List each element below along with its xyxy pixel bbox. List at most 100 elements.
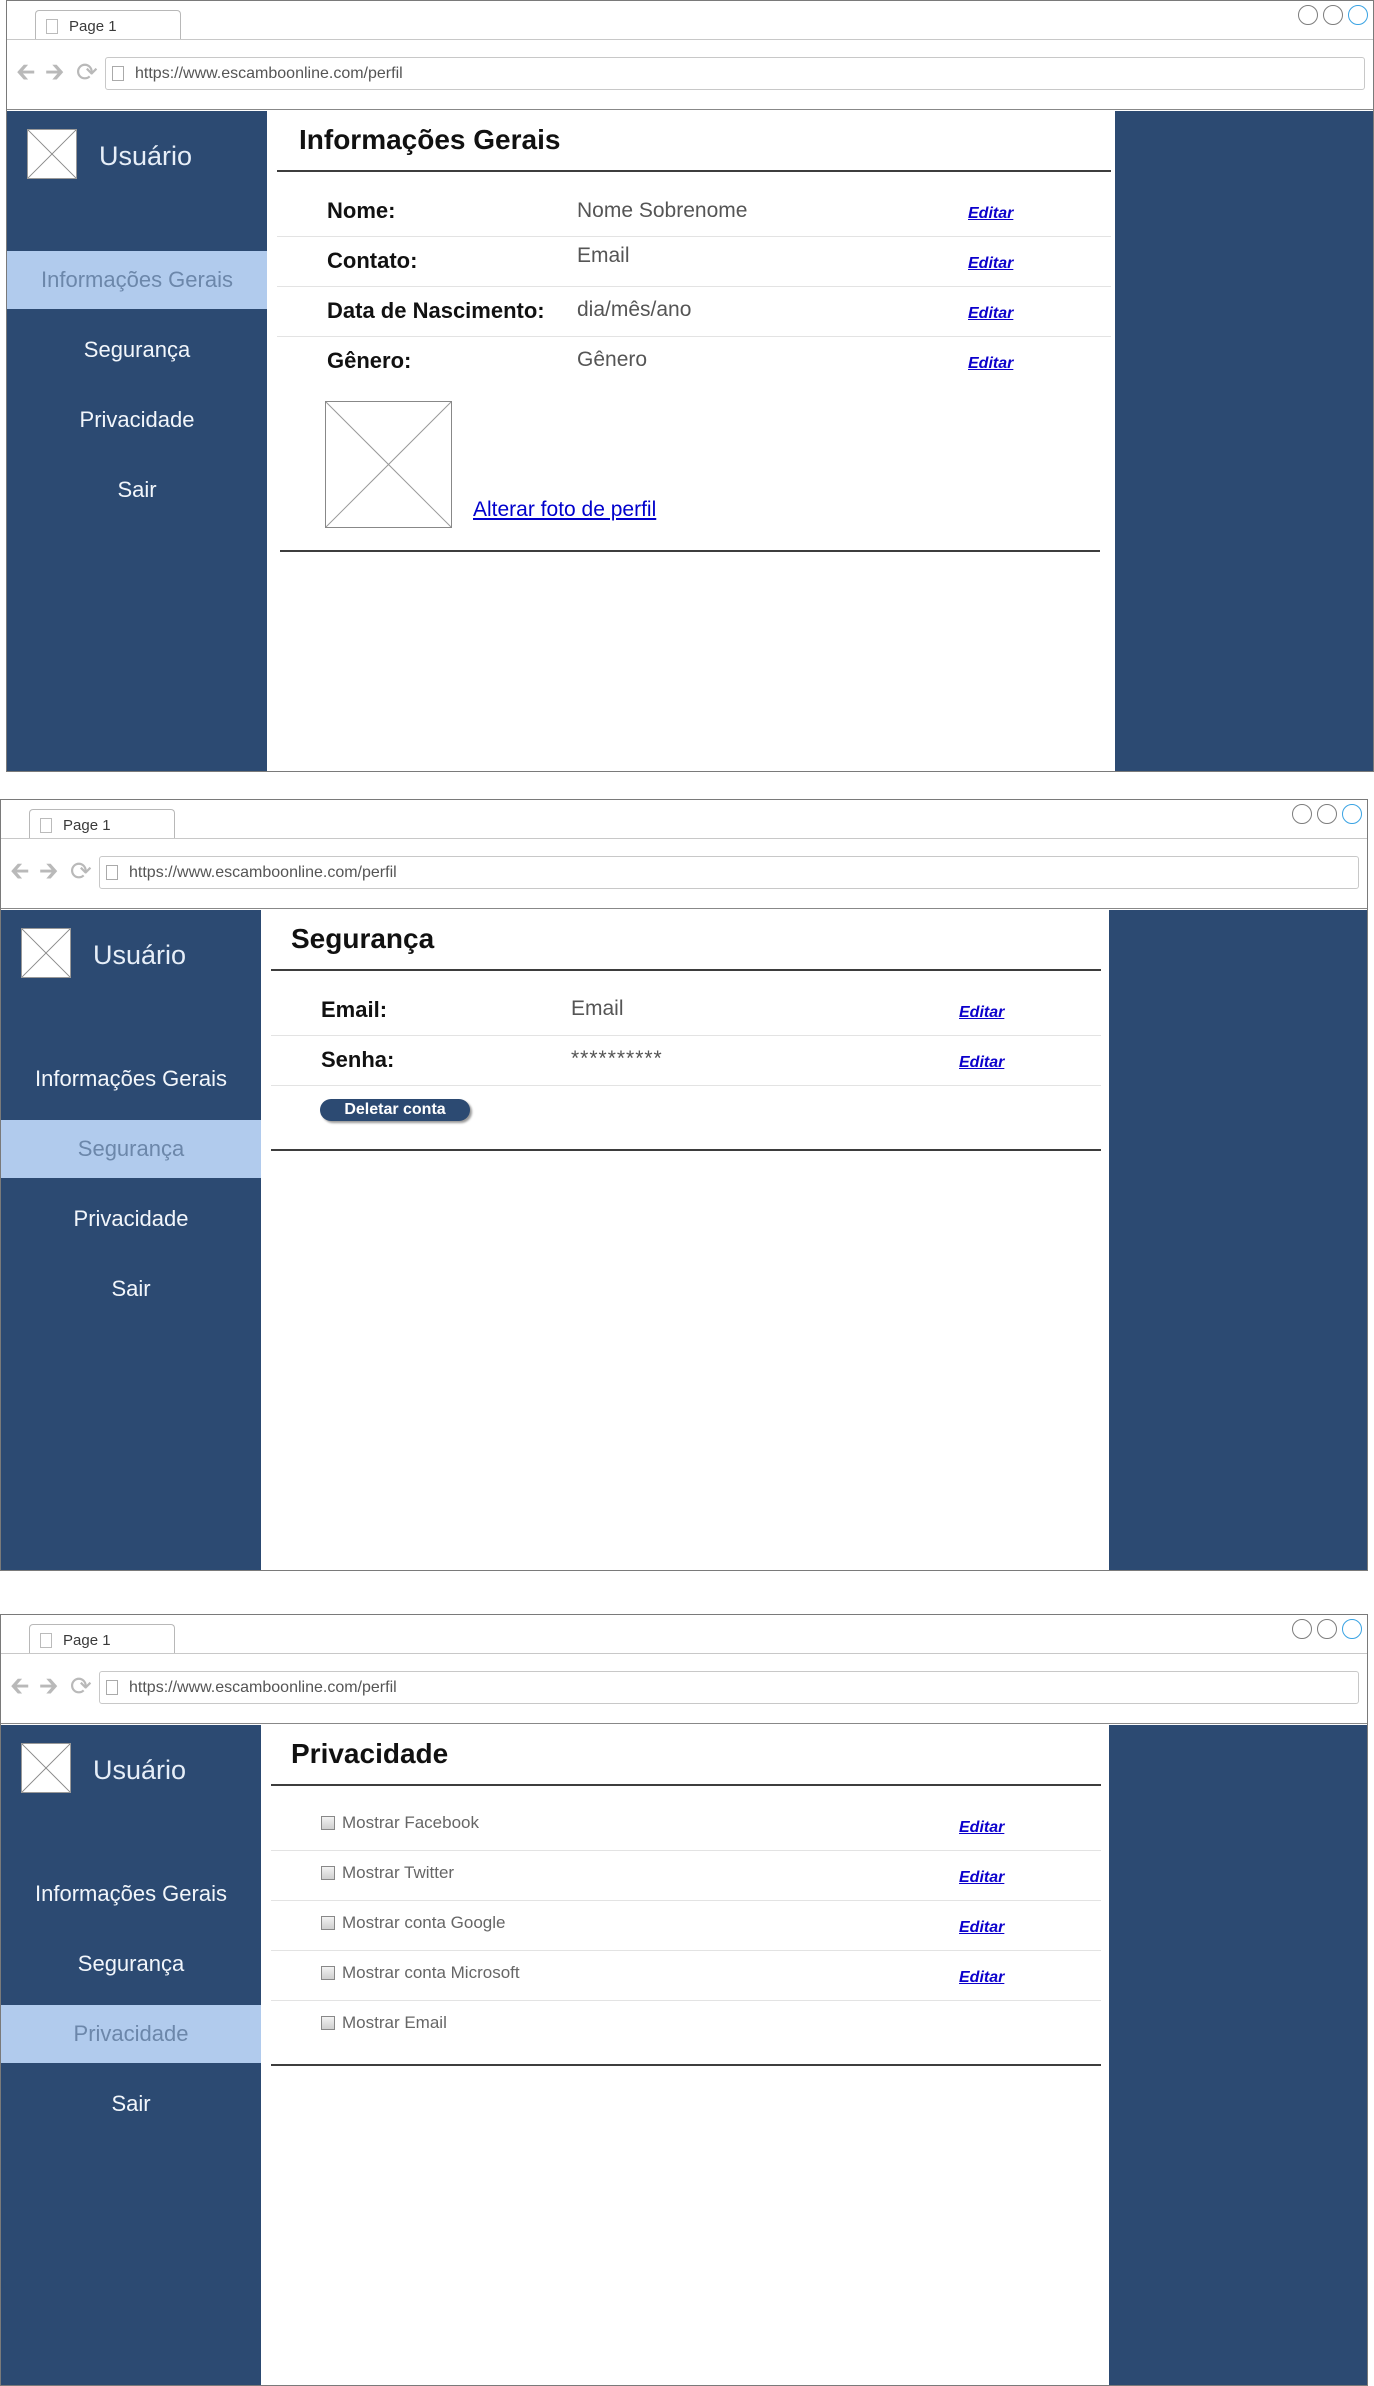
tab-strip-line (7, 39, 1373, 40)
reload-icon[interactable]: ⟳ (70, 1673, 92, 1699)
sidebar-item-seguranca[interactable]: Segurança (1, 1120, 261, 1178)
sidebar-item-privacidade[interactable]: Privacidade (7, 391, 267, 449)
option-label: Mostrar Facebook (342, 1813, 479, 1832)
reload-icon[interactable]: ⟳ (76, 59, 98, 85)
sidebar: Usuário Informações Gerais Segurança Pri… (1, 910, 261, 1570)
email-checkbox[interactable] (321, 2016, 335, 2030)
toolbar-separator (1, 908, 1367, 909)
close-icon[interactable] (1342, 804, 1362, 824)
edit-twitter-link[interactable]: Editar (959, 1869, 1004, 1887)
sidebar-item-sair[interactable]: Sair (7, 461, 267, 519)
row-divider (271, 2000, 1101, 2001)
row-divider (277, 286, 1111, 287)
browser-tab[interactable]: Page 1 (35, 10, 181, 40)
toolbar-separator (1, 1723, 1367, 1724)
edit-facebook-link[interactable]: Editar (959, 1819, 1004, 1837)
field-value-nascimento: dia/mês/ano (577, 298, 692, 321)
right-panel (1109, 1725, 1367, 2385)
edit-contato-link[interactable]: Editar (968, 255, 1013, 273)
page-title: Privacidade (291, 1738, 449, 1769)
forward-arrow-icon[interactable]: 🡲 (39, 1675, 58, 1699)
right-panel (1109, 910, 1367, 1570)
sidebar: Usuário Informações Gerais Segurança Pri… (1, 1725, 261, 2385)
address-bar[interactable]: https://www.escamboonline.com/perfil (99, 856, 1359, 889)
sidebar-item-informacoes-gerais[interactable]: Informações Gerais (1, 1865, 261, 1923)
maximize-icon[interactable] (1317, 804, 1337, 824)
row-divider (271, 1035, 1101, 1036)
twitter-checkbox[interactable] (321, 1866, 335, 1880)
page-icon (106, 865, 118, 880)
row-divider (277, 236, 1111, 237)
sidebar-item-informacoes-gerais[interactable]: Informações Gerais (7, 251, 267, 309)
sidebar-item-informacoes-gerais[interactable]: Informações Gerais (1, 1050, 261, 1108)
user-avatar (27, 129, 77, 179)
facebook-checkbox[interactable] (321, 1816, 335, 1830)
main-content: Informações Gerais Nome: Nome Sobrenome … (267, 111, 1115, 771)
field-label-genero: Gênero: (327, 348, 412, 373)
url-text: https://www.escamboonline.com/perfil (129, 1679, 397, 1696)
field-label-nascimento: Data de Nascimento: (327, 298, 545, 323)
sidebar-item-seguranca[interactable]: Segurança (1, 1935, 261, 1993)
tab-strip-line (1, 838, 1367, 839)
title-divider (277, 170, 1111, 172)
sidebar-item-sair[interactable]: Sair (1, 2075, 261, 2133)
address-bar[interactable]: https://www.escamboonline.com/perfil (99, 1671, 1359, 1704)
edit-senha-link[interactable]: Editar (959, 1054, 1004, 1072)
edit-google-link[interactable]: Editar (959, 1919, 1004, 1937)
tab-title: Page 1 (63, 1632, 111, 1649)
edit-microsoft-link[interactable]: Editar (959, 1969, 1004, 1987)
url-text: https://www.escamboonline.com/perfil (135, 65, 403, 82)
sidebar-item-sair[interactable]: Sair (1, 1260, 261, 1318)
google-checkbox[interactable] (321, 1916, 335, 1930)
row-divider (271, 1085, 1101, 1086)
field-value-nome: Nome Sobrenome (577, 199, 748, 222)
back-arrow-icon[interactable]: 🡰 (16, 61, 35, 85)
minimize-icon[interactable] (1292, 1619, 1312, 1639)
microsoft-checkbox[interactable] (321, 1966, 335, 1980)
username: Usuário (93, 1755, 187, 1785)
browser-tab[interactable]: Page 1 (29, 1624, 175, 1654)
edit-genero-link[interactable]: Editar (968, 355, 1013, 373)
address-bar[interactable]: https://www.escamboonline.com/perfil (105, 57, 1365, 90)
tab-strip-line (1, 1653, 1367, 1654)
field-value-email: Email (571, 997, 624, 1020)
delete-account-button[interactable]: Deletar conta (320, 1099, 470, 1121)
close-icon[interactable] (1348, 5, 1368, 25)
reload-icon[interactable]: ⟳ (70, 858, 92, 884)
toolbar-separator (7, 109, 1373, 110)
change-photo-link[interactable]: Alterar foto de perfil (473, 498, 656, 522)
username: Usuário (93, 940, 187, 970)
edit-nascimento-link[interactable]: Editar (968, 305, 1013, 323)
page-icon (40, 818, 52, 833)
page-icon (106, 1680, 118, 1695)
field-label-nome: Nome: (327, 198, 396, 223)
option-label: Mostrar conta Microsoft (342, 1963, 520, 1982)
user-avatar (21, 1743, 71, 1793)
page-title: Informações Gerais (299, 124, 561, 155)
tab-title: Page 1 (69, 18, 117, 35)
sidebar: Usuário Informações Gerais Segurança Pri… (7, 111, 267, 771)
forward-arrow-icon[interactable]: 🡲 (39, 860, 58, 884)
sidebar-item-privacidade[interactable]: Privacidade (1, 2005, 261, 2063)
row-divider (271, 1850, 1101, 1851)
field-value-senha: ********** (571, 1047, 663, 1070)
browser-tab[interactable]: Page 1 (29, 809, 175, 839)
page-icon (112, 66, 124, 81)
sidebar-item-seguranca[interactable]: Segurança (7, 321, 267, 379)
maximize-icon[interactable] (1323, 5, 1343, 25)
edit-nome-link[interactable]: Editar (968, 205, 1013, 223)
main-content: Privacidade Mostrar Facebook Editar Most… (261, 1725, 1109, 2385)
page-icon (46, 19, 58, 34)
tab-title: Page 1 (63, 817, 111, 834)
close-icon[interactable] (1342, 1619, 1362, 1639)
right-panel (1115, 111, 1373, 771)
minimize-icon[interactable] (1292, 804, 1312, 824)
back-arrow-icon[interactable]: 🡰 (10, 860, 29, 884)
field-label-email: Email: (321, 997, 388, 1022)
forward-arrow-icon[interactable]: 🡲 (45, 61, 64, 85)
minimize-icon[interactable] (1298, 5, 1318, 25)
back-arrow-icon[interactable]: 🡰 (10, 1675, 29, 1699)
maximize-icon[interactable] (1317, 1619, 1337, 1639)
edit-email-link[interactable]: Editar (959, 1004, 1004, 1022)
sidebar-item-privacidade[interactable]: Privacidade (1, 1190, 261, 1248)
